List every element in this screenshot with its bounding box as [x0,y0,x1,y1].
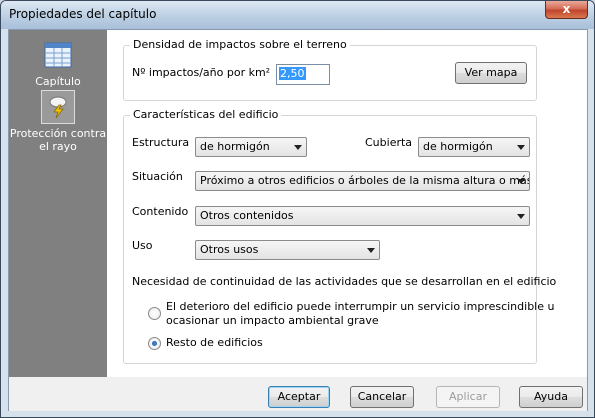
option-interrupt-line2: ocasionar un impacto ambiental grave [166,314,379,327]
chevron-down-icon [517,214,525,219]
radio-interrupt-service[interactable] [148,307,161,320]
situacion-select[interactable]: Próximo a otros edificios o árboles de l… [195,171,530,191]
help-button[interactable]: Ayuda [519,386,583,408]
chevron-down-icon [367,248,375,253]
uso-select[interactable]: Otros usos [195,240,380,260]
sidebar-item-capitulo[interactable]: Capítulo [9,38,107,88]
title-bar[interactable]: Propiedades del capítulo x [1,1,594,29]
sidebar: Capítulo Protección contra el rayo [9,30,107,377]
contenido-value: Otros contenidos [200,209,294,222]
cubierta-value: de hormigón [423,140,493,153]
contenido-select[interactable]: Otros contenidos [195,206,530,226]
building-group: Características del edificio Estructura … [123,108,556,364]
sidebar-item-proteccion[interactable]: Protección contra el rayo [9,90,107,153]
impacts-value: 2,50 [279,67,306,80]
lightning-icon [41,90,75,124]
impacts-input[interactable]: 2,50 [276,64,330,85]
cubierta-label: Cubierta [365,136,413,149]
accept-button[interactable]: Aceptar [268,386,330,408]
density-group: Densidad de impactos sobre el terreno Nº… [123,38,537,101]
close-button[interactable]: x [545,1,588,19]
main-panel: Densidad de impactos sobre el terreno Nº… [107,30,587,377]
chevron-down-icon [517,179,525,184]
apply-button[interactable]: Aplicar [436,386,500,408]
cancel-button[interactable]: Cancelar [350,386,414,408]
estructura-select[interactable]: de hormigón [195,137,307,157]
situacion-label: Situación [132,170,183,183]
estructura-label: Estructura [132,136,190,149]
button-bar: Aceptar Cancelar Aplicar Ayuda [9,377,587,411]
impacts-label: Nº impactos/año por km² [132,66,271,79]
radio-other-buildings[interactable] [148,337,161,350]
close-icon: x [562,2,571,16]
continuity-label: Necesidad de continuidad de las activida… [132,275,557,288]
option-interrupt-line1: El deterioro del edificio puede interrum… [166,300,555,313]
building-group-title: Características del edificio [130,108,282,121]
contenido-label: Contenido [132,205,189,218]
option-other-buildings: Resto de edificios [166,336,263,349]
situacion-value: Próximo a otros edificios o árboles de l… [200,174,530,187]
chevron-down-icon [517,145,525,150]
density-group-title: Densidad de impactos sobre el terreno [130,38,350,51]
window-title: Propiedades del capítulo [9,7,157,21]
uso-value: Otros usos [200,243,259,256]
estructura-value: de hormigón [200,140,270,153]
dialog-client: Capítulo Protección contra el rayo Densi… [8,29,588,411]
dialog-window: Propiedades del capítulo x Capítulo Prot… [0,0,595,418]
sidebar-item-label: Capítulo [35,75,81,88]
cubierta-select[interactable]: de hormigón [418,137,530,157]
view-map-button[interactable]: Ver mapa [455,62,527,84]
table-icon [41,38,75,72]
uso-label: Uso [132,239,153,252]
sidebar-item-label: Protección contra el rayo [9,127,107,153]
chevron-down-icon [294,145,302,150]
